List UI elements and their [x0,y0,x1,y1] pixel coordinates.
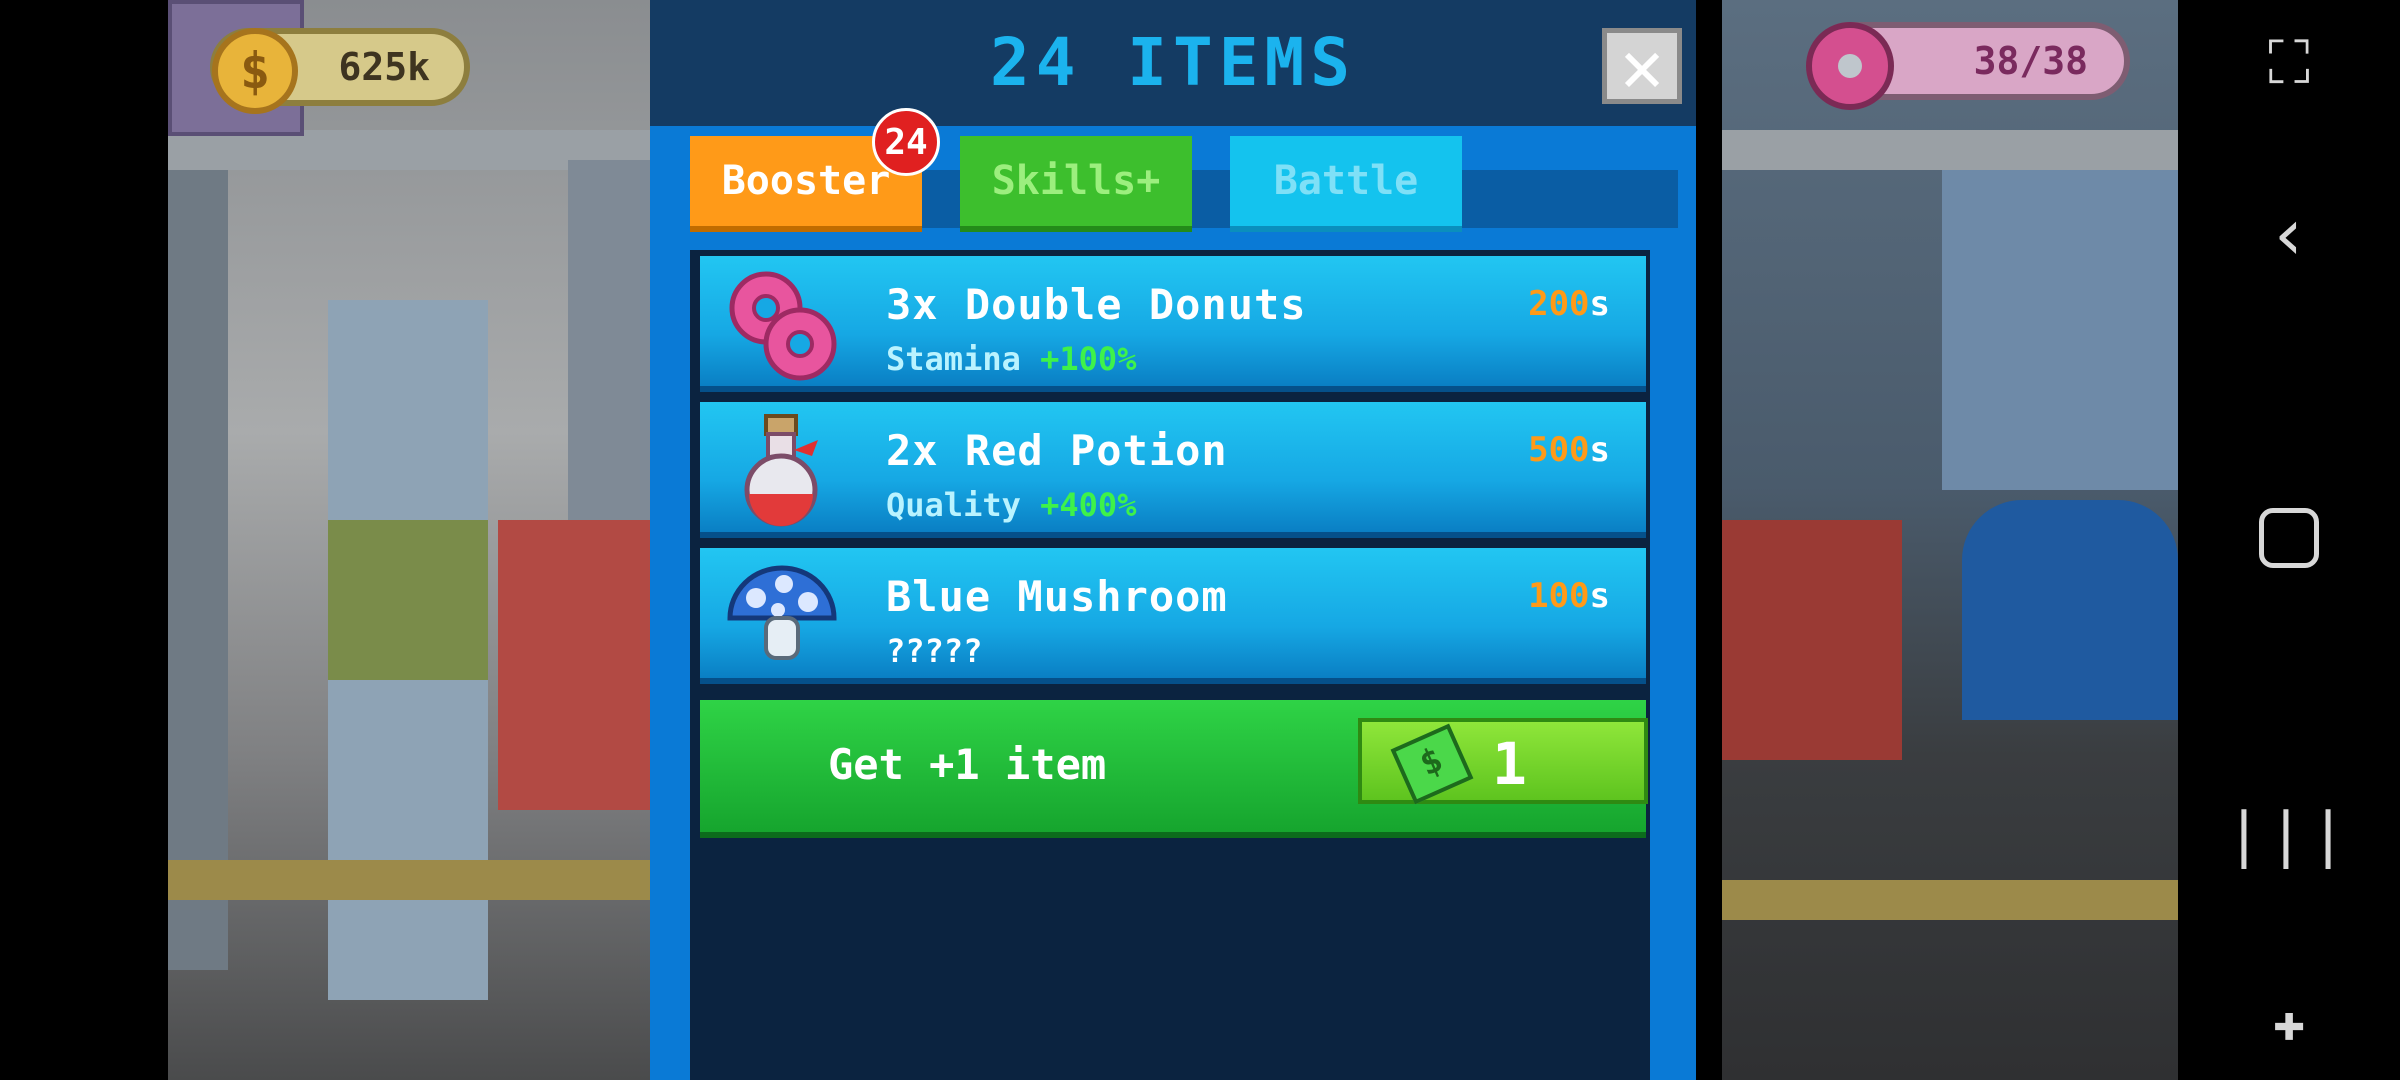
cash-icon [1390,723,1474,805]
cost-value: 1 [1492,730,1527,798]
mushroom-icon [727,565,837,660]
system-nav-bar: ⛶ ‹ ||| ✚ [2178,0,2400,1080]
close-icon: ✕ [1620,24,1664,108]
screenshot-icon[interactable]: ⛶ [2178,28,2400,98]
close-button[interactable]: ✕ [1602,28,1682,104]
recent-apps-icon[interactable]: ||| [2178,800,2400,870]
game-background-right [1722,0,2178,1080]
booster-count-badge: 24 [872,108,940,176]
tab-label: Booster [721,158,891,204]
potion-icon [744,414,818,527]
donut-icon [729,271,837,381]
donut-icon [1806,22,1894,110]
item-duration: 500s [1528,430,1610,470]
cost-box: 1 [1358,718,1648,805]
tab-label: Skills+ [991,158,1161,204]
home-icon[interactable] [2178,508,2400,572]
tab-skills[interactable]: Skills+ [960,136,1192,232]
list-item[interactable]: 2x Red Potion Quality +400% 500s [700,402,1646,538]
item-effect: Quality +400% [886,486,1137,524]
item-effect: Stamina +100% [886,340,1137,378]
money-value: 625k [338,45,430,89]
items-modal: 24 ITEMS ✕ Booster 24 Skills+ Battle 3x … [650,0,1696,1080]
get-item-label: Get +1 item [828,740,1107,789]
tab-battle[interactable]: Battle [1230,136,1462,232]
modal-title: 24 ITEMS [990,24,1356,101]
item-name: 2x Red Potion [886,426,1228,475]
game-tools-icon[interactable]: ✚ [2178,990,2400,1053]
modal-header: 24 ITEMS ✕ [650,0,1696,126]
item-duration: 200s [1528,284,1610,324]
coin-icon: $ [212,28,298,114]
item-duration: 100s [1528,576,1610,616]
stamina-value: 38/38 [1973,39,2088,83]
back-icon[interactable]: ‹ [2178,192,2400,276]
get-item-button[interactable]: Get +1 item 1 [700,700,1648,838]
tab-label: Battle [1273,158,1419,204]
list-item[interactable]: 3x Double Donuts Stamina +100% 200s [700,256,1646,392]
item-name: Blue Mushroom [886,572,1228,621]
item-effect: ????? [886,632,983,670]
item-name: 3x Double Donuts [886,280,1307,329]
list-item[interactable]: Blue Mushroom ????? 100s [700,548,1646,684]
